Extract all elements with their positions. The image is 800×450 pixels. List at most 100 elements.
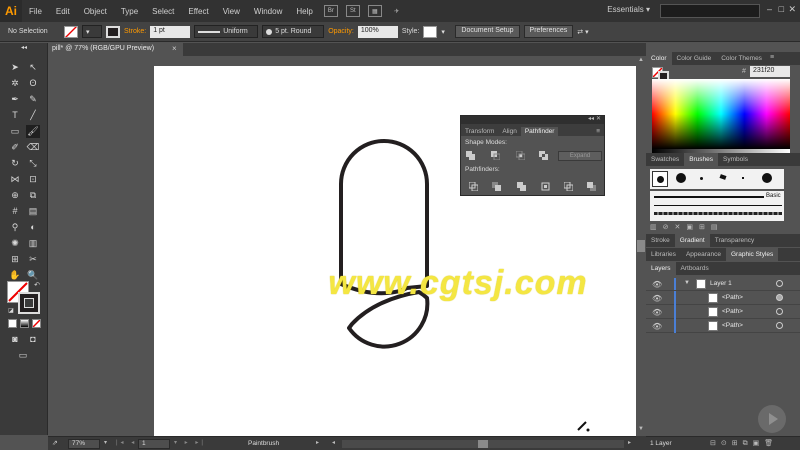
status-menu-icon[interactable]: ▸ xyxy=(316,439,319,446)
scroll-thumb[interactable] xyxy=(637,240,645,252)
tab-stroke[interactable]: Stroke xyxy=(646,234,675,247)
none-mode-icon[interactable] xyxy=(32,319,41,328)
swap-colors-icon[interactable]: ↶ xyxy=(30,279,44,292)
stroke-color-icon[interactable] xyxy=(18,292,40,314)
intersect-icon[interactable] xyxy=(515,150,526,161)
mesh-tool-icon[interactable]: # xyxy=(8,205,22,218)
paintbrush-tool-icon[interactable]: 🖌 xyxy=(26,125,40,138)
gpu-performance-icon[interactable]: ✈ xyxy=(390,5,404,17)
arrange-documents-icon[interactable]: ▦ xyxy=(367,5,382,17)
bridge-button[interactable]: Br xyxy=(323,5,338,17)
brush-definition[interactable]: 5 pt. Round xyxy=(262,25,325,38)
target-icon[interactable] xyxy=(776,322,783,329)
menu-select[interactable]: Select xyxy=(145,7,181,16)
rectangle-tool-icon[interactable]: ▭ xyxy=(8,125,22,138)
menu-file[interactable]: File xyxy=(22,7,49,16)
menu-effect[interactable]: Effect xyxy=(181,7,215,16)
close-panel-icon[interactable]: ✕ xyxy=(596,115,601,122)
stock-button[interactable]: St xyxy=(345,5,360,17)
tab-color-guide[interactable]: Color Guide xyxy=(672,52,717,65)
unite-icon[interactable] xyxy=(466,151,475,160)
document-setup-button[interactable]: Document Setup xyxy=(455,25,520,38)
vertical-scrollbar[interactable]: ▲ ▼ xyxy=(636,56,646,436)
column-graph-tool-icon[interactable]: ▥ xyxy=(26,237,40,250)
export-icon[interactable]: ⇗ xyxy=(52,439,58,447)
layer-row[interactable]: 👁 <Path> xyxy=(646,305,800,319)
artboard-next-icon[interactable]: ▾ ▸ ▸| xyxy=(174,439,206,446)
artboard-field[interactable]: 1 xyxy=(138,439,170,449)
exclude-icon[interactable] xyxy=(539,151,548,160)
scroll-down-icon[interactable]: ▼ xyxy=(636,426,646,432)
type-tool-icon[interactable]: T xyxy=(8,109,22,122)
draw-normal-icon[interactable]: ◙ xyxy=(8,333,22,346)
shape-builder-tool-icon[interactable]: ⊕ xyxy=(8,189,22,202)
arrange-icon[interactable]: ⇄ ▾ xyxy=(577,28,588,36)
fill-swatch[interactable] xyxy=(64,25,78,38)
collapse-tools-icon[interactable]: ◂◂ xyxy=(8,45,40,51)
collapse-panel-icon[interactable]: ◂◂ xyxy=(588,115,594,122)
shaper-tool-icon[interactable]: ✐ xyxy=(8,141,22,154)
screen-mode-icon[interactable]: ▭ xyxy=(16,349,30,362)
minimize-button[interactable]: – xyxy=(767,4,772,14)
visibility-eye-icon[interactable]: 👁 xyxy=(652,280,662,289)
gradient-tool-icon[interactable]: ▤ xyxy=(26,205,40,218)
direct-selection-tool-icon[interactable]: ↖ xyxy=(26,61,40,74)
tab-swatches[interactable]: Swatches xyxy=(646,153,684,166)
close-button[interactable]: ✕ xyxy=(788,4,796,15)
slice-tool-icon[interactable]: ✂ xyxy=(26,253,40,266)
scale-tool-icon[interactable]: ⤡ xyxy=(26,157,40,170)
scroll-left-icon[interactable]: ◂ xyxy=(332,439,335,446)
preferences-button[interactable]: Preferences xyxy=(523,25,574,38)
brush-panel-controls[interactable]: ▥⊘✕▣⊞▤ xyxy=(650,223,784,232)
variable-width-profile[interactable]: Uniform xyxy=(194,25,259,38)
menu-window[interactable]: Window xyxy=(247,7,289,16)
selection-tool-icon[interactable]: ➤ xyxy=(8,61,22,74)
merge-icon[interactable] xyxy=(517,182,526,191)
tab-color-themes[interactable]: Color Themes xyxy=(716,52,767,65)
minus-front-icon[interactable] xyxy=(491,151,501,161)
brush-tiny-icon[interactable] xyxy=(742,177,744,179)
pen-tool-icon[interactable]: ✒ xyxy=(8,93,22,106)
default-colors-icon[interactable]: ◪ xyxy=(4,305,18,318)
tab-appearance[interactable]: Appearance xyxy=(681,248,726,261)
layer-row[interactable]: 👁 ▼ Layer 1 xyxy=(646,277,800,291)
fill-dropdown[interactable]: ▾ xyxy=(82,25,102,38)
outline-icon[interactable] xyxy=(563,181,574,192)
visibility-eye-icon[interactable]: 👁 xyxy=(652,308,662,317)
line-tool-icon[interactable]: ╱ xyxy=(26,109,40,122)
brush-small-icon[interactable] xyxy=(700,177,703,180)
menu-object[interactable]: Object xyxy=(77,7,114,16)
free-transform-tool-icon[interactable]: ⊡ xyxy=(26,173,40,186)
style-dropdown-icon[interactable]: ▾ xyxy=(441,28,451,36)
search-input[interactable] xyxy=(660,4,760,18)
tab-transparency[interactable]: Transparency xyxy=(710,234,760,247)
brush-stroke-charcoal[interactable] xyxy=(654,212,782,215)
color-spectrum[interactable] xyxy=(652,79,790,149)
tab-align[interactable]: Align xyxy=(498,127,520,136)
tab-gradient[interactable]: Gradient xyxy=(674,234,710,247)
eraser-tool-icon[interactable]: ⌫ xyxy=(26,141,40,154)
symbol-sprayer-tool-icon[interactable]: ✺ xyxy=(8,237,22,250)
tab-artboards[interactable]: Artboards xyxy=(676,262,714,275)
tab-libraries[interactable]: Libraries xyxy=(646,248,681,261)
visibility-eye-icon[interactable]: 👁 xyxy=(652,294,662,303)
layer-controls-icon[interactable]: ⊟⊙⊞⧉▣🗑 xyxy=(710,439,778,448)
color-mode-icon[interactable] xyxy=(8,319,17,328)
color-panel-menu-icon[interactable]: ≡ xyxy=(770,54,774,61)
brush-stroke-thin[interactable] xyxy=(654,205,782,206)
h-scroll-thumb[interactable] xyxy=(478,440,488,448)
menu-view[interactable]: View xyxy=(216,7,247,16)
expand-button[interactable]: Expand xyxy=(558,151,602,161)
panel-menu-icon[interactable]: ≡ xyxy=(592,127,604,136)
tab-symbols[interactable]: Symbols xyxy=(718,153,753,166)
opacity-label[interactable]: Opacity: xyxy=(328,28,354,35)
visibility-eye-icon[interactable]: 👁 xyxy=(652,322,662,331)
gradient-mode-icon[interactable] xyxy=(20,319,29,328)
hex-input[interactable]: 231f20 xyxy=(750,66,790,77)
tab-layers[interactable]: Layers xyxy=(646,262,676,275)
draw-behind-icon[interactable]: ◘ xyxy=(26,333,40,346)
stroke-label[interactable]: Stroke: xyxy=(124,28,146,35)
layer-row[interactable]: 👁 <Path> xyxy=(646,291,800,305)
tab-graphic-styles[interactable]: Graphic Styles xyxy=(726,248,779,261)
canvas-area[interactable]: www.cgtsj.com xyxy=(48,56,636,436)
